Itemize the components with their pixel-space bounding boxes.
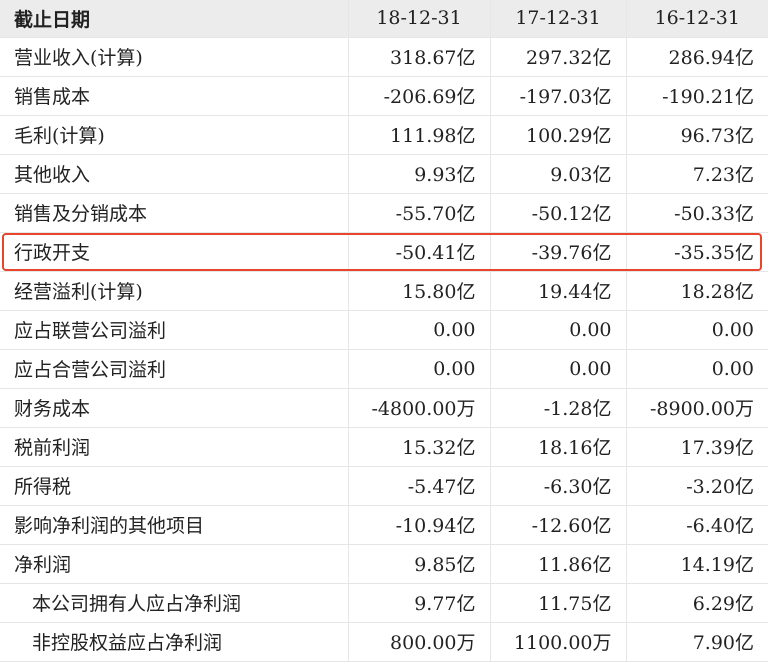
row-label: 销售及分销成本	[0, 193, 349, 233]
row-label: 销售成本	[0, 76, 349, 116]
row-label: 本公司拥有人应占净利润	[0, 583, 349, 623]
row-value-period-1: 0.00	[348, 310, 491, 350]
header-label: 截止日期	[0, 0, 349, 38]
financial-table-view: 截止日期 18-12-31 17-12-31 16-12-31 营业收入(计算)…	[0, 0, 768, 662]
row-value-period-1: 9.77亿	[348, 583, 491, 623]
row-value-period-1: -55.70亿	[348, 193, 491, 233]
table-row[interactable]: 税前利润 15.32亿 18.16亿 17.39亿	[0, 427, 768, 467]
row-value-period-3: 7.23亿	[626, 154, 768, 194]
row-value-period-3: 0.00	[626, 349, 768, 389]
row-value-period-2: 11.75亿	[490, 583, 627, 623]
row-label: 应占联营公司溢利	[0, 310, 349, 350]
table-row[interactable]: 所得税 -5.47亿 -6.30亿 -3.20亿	[0, 466, 768, 506]
row-label: 所得税	[0, 466, 349, 506]
row-value-period-2: -12.60亿	[490, 505, 627, 545]
row-label: 营业收入(计算)	[0, 37, 349, 77]
row-value-period-3: -50.33亿	[626, 193, 768, 233]
header-period-1[interactable]: 18-12-31	[348, 0, 491, 38]
row-value-period-2: -39.76亿	[490, 232, 627, 272]
row-value-period-2: -1.28亿	[490, 388, 627, 428]
table-row[interactable]: 非控股权益应占净利润 800.00万 1100.00万 7.90亿	[0, 622, 768, 662]
row-value-period-1: 9.85亿	[348, 544, 491, 584]
row-value-period-1: 0.00	[348, 349, 491, 389]
row-value-period-3: 18.28亿	[626, 271, 768, 311]
row-label: 其他收入	[0, 154, 349, 194]
row-value-period-3: 0.00	[626, 310, 768, 350]
table-row[interactable]: 财务成本 -4800.00万 -1.28亿 -8900.00万	[0, 388, 768, 428]
table-row[interactable]: 本公司拥有人应占净利润 9.77亿 11.75亿 6.29亿	[0, 583, 768, 623]
header-period-3[interactable]: 16-12-31	[626, 0, 768, 38]
row-value-period-3: -35.35亿	[626, 232, 768, 272]
row-value-period-3: -8900.00万	[626, 388, 768, 428]
row-label: 毛利(计算)	[0, 115, 349, 155]
row-value-period-1: -10.94亿	[348, 505, 491, 545]
row-value-period-3: 286.94亿	[626, 37, 768, 77]
table-row[interactable]: 影响净利润的其他项目 -10.94亿 -12.60亿 -6.40亿	[0, 505, 768, 545]
row-label: 财务成本	[0, 388, 349, 428]
row-label: 净利润	[0, 544, 349, 584]
row-value-period-3: 6.29亿	[626, 583, 768, 623]
row-value-period-3: -6.40亿	[626, 505, 768, 545]
table-row[interactable]: 销售成本 -206.69亿 -197.03亿 -190.21亿	[0, 76, 768, 116]
row-value-period-1: -206.69亿	[348, 76, 491, 116]
row-value-period-2: -197.03亿	[490, 76, 627, 116]
row-value-period-3: 96.73亿	[626, 115, 768, 155]
row-value-period-3: 17.39亿	[626, 427, 768, 467]
row-value-period-2: 9.03亿	[490, 154, 627, 194]
row-label: 非控股权益应占净利润	[0, 622, 349, 662]
row-value-period-2: 0.00	[490, 349, 627, 389]
table-header: 截止日期 18-12-31 17-12-31 16-12-31	[0, 0, 768, 38]
row-value-period-2: -6.30亿	[490, 466, 627, 506]
row-label: 行政开支	[0, 232, 349, 272]
table-body: 营业收入(计算) 318.67亿 297.32亿 286.94亿 销售成本 -206.69…	[0, 37, 768, 662]
row-value-period-1: 15.32亿	[348, 427, 491, 467]
row-value-period-3: -190.21亿	[626, 76, 768, 116]
table-row[interactable]: 应占合营公司溢利 0.00 0.00 0.00	[0, 349, 768, 389]
row-value-period-1: 15.80亿	[348, 271, 491, 311]
row-value-period-1: 9.93亿	[348, 154, 491, 194]
row-label: 应占合营公司溢利	[0, 349, 349, 389]
row-value-period-1: -4800.00万	[348, 388, 491, 428]
income-statement-table: 截止日期 18-12-31 17-12-31 16-12-31 营业收入(计算)…	[0, 0, 768, 662]
row-value-period-2: -50.12亿	[490, 193, 627, 233]
row-value-period-1: -50.41亿	[348, 232, 491, 272]
row-value-period-2: 0.00	[490, 310, 627, 350]
row-value-period-2: 1100.00万	[490, 622, 627, 662]
row-label: 影响净利润的其他项目	[0, 505, 349, 545]
header-period-2[interactable]: 17-12-31	[490, 0, 627, 38]
row-value-period-2: 11.86亿	[490, 544, 627, 584]
table-row[interactable]: 营业收入(计算) 318.67亿 297.32亿 286.94亿	[0, 37, 768, 77]
row-label: 经营溢利(计算)	[0, 271, 349, 311]
row-value-period-2: 19.44亿	[490, 271, 627, 311]
table-row[interactable]: 其他收入 9.93亿 9.03亿 7.23亿	[0, 154, 768, 194]
row-value-period-1: 111.98亿	[348, 115, 491, 155]
table-row[interactable]: 经营溢利(计算) 15.80亿 19.44亿 18.28亿	[0, 271, 768, 311]
row-value-period-2: 18.16亿	[490, 427, 627, 467]
table-row[interactable]: 应占联营公司溢利 0.00 0.00 0.00	[0, 310, 768, 350]
row-label: 税前利润	[0, 427, 349, 467]
row-value-period-3: 14.19亿	[626, 544, 768, 584]
row-value-period-2: 100.29亿	[490, 115, 627, 155]
table-row[interactable]: 毛利(计算) 111.98亿 100.29亿 96.73亿	[0, 115, 768, 155]
table-row[interactable]: 净利润 9.85亿 11.86亿 14.19亿	[0, 544, 768, 584]
row-value-period-3: 7.90亿	[626, 622, 768, 662]
row-value-period-3: -3.20亿	[626, 466, 768, 506]
table-row[interactable]: 销售及分销成本 -55.70亿 -50.12亿 -50.33亿	[0, 193, 768, 233]
row-value-period-1: 800.00万	[348, 622, 491, 662]
row-value-period-1: 318.67亿	[348, 37, 491, 77]
header-row: 截止日期 18-12-31 17-12-31 16-12-31	[0, 0, 768, 38]
row-value-period-1: -5.47亿	[348, 466, 491, 506]
row-value-period-2: 297.32亿	[490, 37, 627, 77]
table-row[interactable]: 行政开支 -50.41亿 -39.76亿 -35.35亿	[0, 232, 768, 272]
